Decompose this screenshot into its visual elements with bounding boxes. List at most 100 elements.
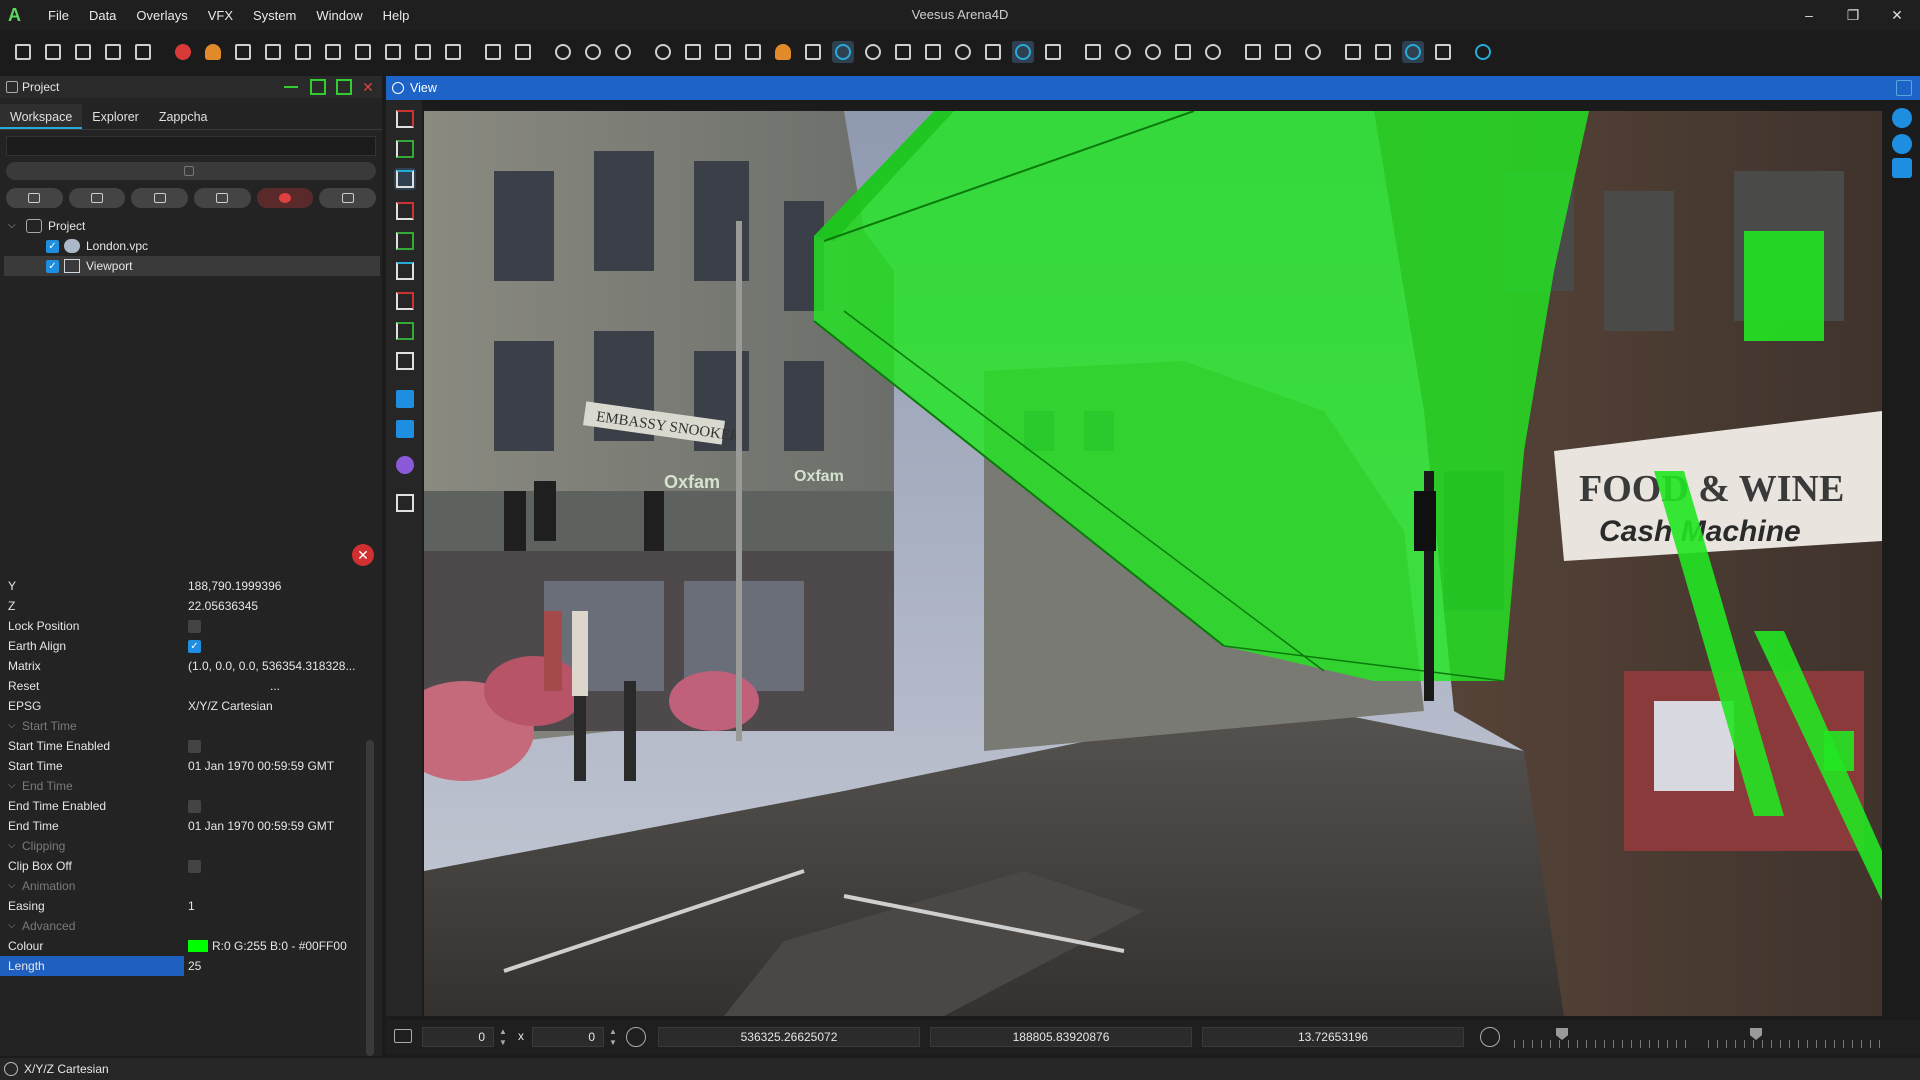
chevron-down-icon[interactable]: ⌵ <box>8 916 16 936</box>
horizontal-slice-icon[interactable] <box>394 388 416 410</box>
axis-icon[interactable] <box>1012 41 1034 63</box>
property-value[interactable]: (1.0, 0.0, 0.0, 536354.318328... <box>188 656 355 676</box>
colour-swatch[interactable] <box>188 940 208 952</box>
box-icon[interactable] <box>982 41 1004 63</box>
select-filter-button[interactable] <box>131 188 189 208</box>
refresh-view-icon[interactable] <box>1892 108 1912 128</box>
tools-icon[interactable] <box>892 41 914 63</box>
menu-overlays[interactable]: Overlays <box>126 8 197 23</box>
height-field[interactable]: 0 <box>532 1027 604 1047</box>
coord-x-field[interactable]: 536325.26625072 <box>658 1027 920 1047</box>
property-row[interactable]: ⌵ Advanced <box>0 916 366 936</box>
text-icon[interactable] <box>442 41 464 63</box>
tab-workspace[interactable]: Workspace <box>0 104 83 129</box>
3d-view-icon[interactable] <box>394 492 416 514</box>
property-value[interactable]: 1 <box>188 896 195 916</box>
new-icon[interactable] <box>12 41 34 63</box>
person-icon[interactable] <box>1112 41 1134 63</box>
property-value[interactable]: 01 Jan 1970 00:59:59 GMT <box>188 756 334 776</box>
fov-slider-track[interactable] <box>1708 1040 1888 1048</box>
bucket-icon[interactable] <box>772 41 794 63</box>
property-value[interactable]: 25 <box>188 956 201 976</box>
menu-window[interactable]: Window <box>306 8 372 23</box>
settings-filter-button[interactable] <box>319 188 377 208</box>
tree-item-project[interactable]: ⌵ Project <box>4 216 380 236</box>
settings-icon[interactable] <box>552 41 574 63</box>
clock-icon[interactable] <box>582 41 604 63</box>
folder-icon[interactable] <box>102 41 124 63</box>
property-checkbox[interactable] <box>188 860 201 873</box>
measure-icon[interactable] <box>832 41 854 63</box>
property-row[interactable]: ⌵ Animation <box>0 876 366 896</box>
property-row[interactable]: ⌵ Start Time <box>0 716 366 736</box>
chevron-down-icon[interactable]: ⌵ <box>8 836 16 856</box>
sphere-icon[interactable] <box>394 454 416 476</box>
menu-file[interactable]: File <box>38 8 79 23</box>
property-checkbox[interactable]: ✓ <box>188 640 201 653</box>
tree-item-viewport[interactable]: ✓ Viewport <box>4 256 380 276</box>
cube-outline-icon[interactable] <box>394 350 416 372</box>
float-panel-icon[interactable] <box>310 79 326 95</box>
blocks-icon[interactable] <box>1082 41 1104 63</box>
properties-scrollbar[interactable] <box>366 740 374 1056</box>
axis-tool-icon[interactable] <box>394 108 416 130</box>
pause-icon[interactable] <box>652 41 674 63</box>
property-value[interactable]: 22.05636345 <box>188 596 258 616</box>
print-icon[interactable] <box>292 41 314 63</box>
csv-icon[interactable] <box>132 41 154 63</box>
chevron-down-icon[interactable]: ⌵ <box>8 716 16 736</box>
property-value[interactable]: X/Y/Z Cartesian <box>188 696 273 716</box>
menu-help[interactable]: Help <box>373 8 420 23</box>
fov-slider-handle[interactable] <box>1750 1028 1762 1040</box>
cube-red-icon[interactable] <box>394 200 416 222</box>
cube-green-icon[interactable] <box>394 230 416 252</box>
undo-icon[interactable] <box>202 41 224 63</box>
vertical-slice-icon[interactable] <box>394 418 416 440</box>
3d-viewport[interactable]: EMBASSY SNOOKER Oxfam Oxfam FOOD & WINE … <box>424 111 1882 1016</box>
brush-icon[interactable] <box>802 41 824 63</box>
property-checkbox[interactable] <box>188 620 201 633</box>
window-icon[interactable] <box>1432 41 1454 63</box>
menu-data[interactable]: Data <box>79 8 126 23</box>
eye-icon[interactable] <box>1472 41 1494 63</box>
ppt-export-icon[interactable] <box>512 41 534 63</box>
properties-close-button[interactable]: ✕ <box>352 544 374 566</box>
up-arrow-icon[interactable] <box>1242 41 1264 63</box>
speed-slider-track[interactable] <box>1514 1040 1694 1048</box>
menu-system[interactable]: System <box>243 8 306 23</box>
chevron-down-icon[interactable]: ⌵ <box>8 876 16 896</box>
london-checkbox[interactable]: ✓ <box>46 240 59 253</box>
tab-explorer[interactable]: Explorer <box>82 104 149 129</box>
share-view-icon[interactable] <box>1892 158 1912 178</box>
zoom-icon[interactable] <box>862 41 884 63</box>
open-icon[interactable] <box>42 41 64 63</box>
property-row[interactable]: ⌵ End Time <box>0 776 366 796</box>
property-row[interactable]: ⌵ Clipping <box>0 836 366 856</box>
axis-blue-tool-icon[interactable] <box>394 168 416 190</box>
edit-view-icon[interactable] <box>1892 134 1912 154</box>
stop-icon[interactable] <box>172 41 194 63</box>
list-icon[interactable] <box>1342 41 1364 63</box>
zoom-filter-button[interactable] <box>194 188 251 208</box>
lock-bar[interactable] <box>6 162 376 180</box>
property-value[interactable]: 188,790.1999396 <box>188 576 281 596</box>
video-icon[interactable] <box>382 41 404 63</box>
coord-y-field[interactable]: 188805.83920876 <box>930 1027 1192 1047</box>
pdf-icon[interactable] <box>352 41 374 63</box>
pen-icon[interactable] <box>1042 41 1064 63</box>
search-input[interactable] <box>6 136 376 156</box>
tree-item-london[interactable]: ✓ London.vpc <box>4 236 380 256</box>
close-panel-icon[interactable]: ✕ <box>360 79 376 95</box>
filter-button[interactable] <box>68 188 126 208</box>
property-value[interactable]: 01 Jan 1970 00:59:59 GMT <box>188 816 334 836</box>
tab-zappcha[interactable]: Zappcha <box>149 104 218 129</box>
folder-filter-button[interactable] <box>6 188 63 208</box>
save-icon[interactable] <box>72 41 94 63</box>
maximize-view-icon[interactable] <box>1896 80 1912 96</box>
building-icon[interactable] <box>1172 41 1194 63</box>
maximize-panel-icon[interactable] <box>336 79 352 95</box>
rotation-icon[interactable] <box>626 1027 646 1047</box>
camera-icon[interactable] <box>322 41 344 63</box>
cube-red-2-icon[interactable] <box>394 290 416 312</box>
cube-green-2-icon[interactable] <box>394 320 416 342</box>
